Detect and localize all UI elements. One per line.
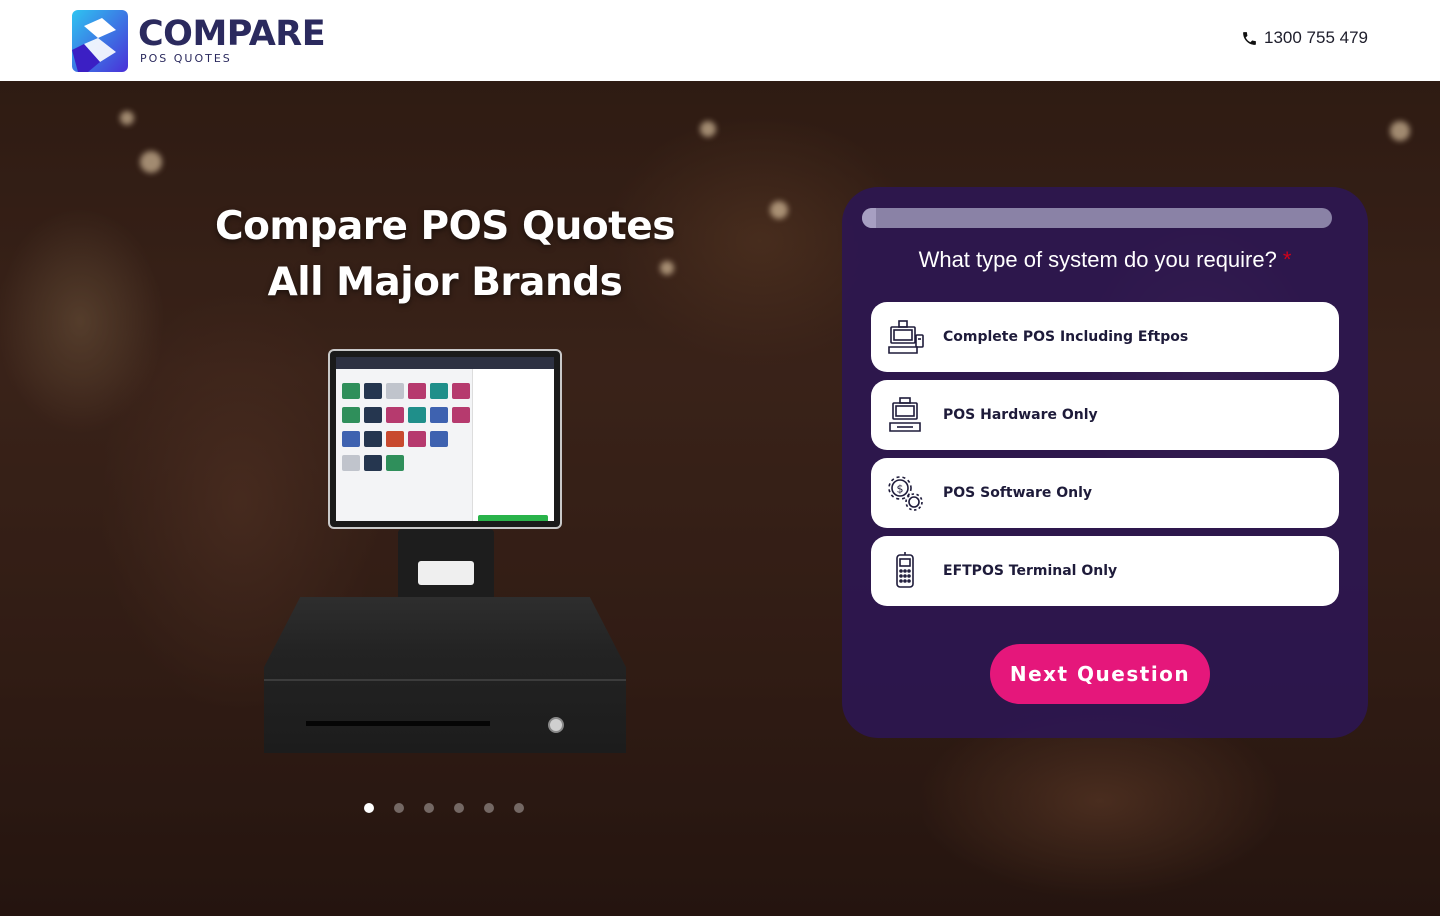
bokeh-light <box>1390 121 1410 141</box>
logo-mark-icon <box>72 10 128 72</box>
pos-hardware-icon <box>885 395 925 435</box>
carousel-dot[interactable] <box>454 803 464 813</box>
bokeh-light <box>700 121 716 137</box>
software-gears-icon: $ <box>885 473 925 513</box>
logo-wordmark: COMPARE <box>138 14 326 54</box>
carousel-dot[interactable] <box>514 803 524 813</box>
option-complete-pos[interactable]: Complete POS Including Eftpos <box>871 302 1339 372</box>
carousel-dot[interactable] <box>394 803 404 813</box>
pos-screen-topbar <box>336 357 554 369</box>
carousel-dot[interactable] <box>364 803 374 813</box>
product-tile <box>386 455 404 471</box>
next-question-button[interactable]: Next Question <box>990 644 1210 704</box>
product-tile <box>364 383 382 399</box>
product-tile <box>430 383 448 399</box>
eftpos-terminal-icon <box>885 551 925 591</box>
bokeh-light <box>140 151 162 173</box>
product-tile <box>364 407 382 423</box>
hero-title-line-1: Compare POS Quotes <box>215 204 675 249</box>
option-label: EFTPOS Terminal Only <box>943 563 1118 579</box>
option-pos-hardware[interactable]: POS Hardware Only <box>871 380 1339 450</box>
bokeh-light <box>770 201 788 219</box>
option-pos-software[interactable]: $ POS Software Only <box>871 458 1339 528</box>
logo-tagline: POS QUOTES <box>140 52 232 65</box>
form-question: What type of system do you require? * <box>842 247 1368 273</box>
product-tile <box>386 407 404 423</box>
hero-section: Compare POS Quotes All Major Brands What… <box>0 81 1440 916</box>
product-tile <box>408 431 426 447</box>
option-eftpos-terminal[interactable]: EFTPOS Terminal Only <box>871 536 1339 606</box>
bokeh-light <box>120 111 134 125</box>
lock-icon <box>548 717 564 733</box>
form-progress-fill <box>862 208 877 228</box>
product-tile <box>452 407 470 423</box>
pos-screen-ui <box>336 357 554 521</box>
quote-form-card: What type of system do you require? * Com… <box>842 187 1368 738</box>
option-label: Complete POS Including Eftpos <box>943 329 1189 345</box>
pos-order-panel <box>472 369 554 521</box>
product-tile <box>386 383 404 399</box>
pos-screen <box>328 349 562 529</box>
required-asterisk: * <box>1282 247 1292 272</box>
product-tile <box>342 431 360 447</box>
pos-device-image <box>262 349 628 759</box>
product-tile <box>452 383 470 399</box>
carousel-dot[interactable] <box>424 803 434 813</box>
carousel-dots <box>364 803 524 813</box>
product-tile <box>408 383 426 399</box>
product-tile <box>430 407 448 423</box>
form-progress-bar <box>862 208 1332 228</box>
cash-drawer-slot <box>306 721 490 726</box>
cash-drawer <box>264 597 626 753</box>
product-tile <box>430 431 448 447</box>
phone-link[interactable]: 1300 755 479 <box>1241 28 1368 48</box>
product-tile <box>342 383 360 399</box>
product-tile <box>364 431 382 447</box>
product-tile <box>342 455 360 471</box>
phone-number: 1300 755 479 <box>1264 28 1368 47</box>
receipt-printer <box>418 561 474 585</box>
product-tile <box>342 407 360 423</box>
pos-terminal-icon <box>885 317 925 357</box>
svg-text:$: $ <box>897 483 904 496</box>
cash-drawer-edge <box>264 679 626 681</box>
site-header: COMPARE POS QUOTES 1300 755 479 <box>0 0 1440 81</box>
question-text: What type of system do you require? <box>918 247 1277 272</box>
product-tile <box>364 455 382 471</box>
pos-pay-button <box>478 515 548 521</box>
product-tile <box>408 407 426 423</box>
hero-title-line-2: All Major Brands <box>267 260 623 305</box>
product-tile <box>386 431 404 447</box>
hero-title: Compare POS Quotes All Major Brands <box>200 199 690 311</box>
option-label: POS Software Only <box>943 485 1093 501</box>
option-label: POS Hardware Only <box>943 407 1098 423</box>
carousel-dot[interactable] <box>484 803 494 813</box>
phone-icon <box>1243 31 1256 45</box>
compare-pos-quotes-logo[interactable]: COMPARE POS QUOTES <box>72 10 332 72</box>
